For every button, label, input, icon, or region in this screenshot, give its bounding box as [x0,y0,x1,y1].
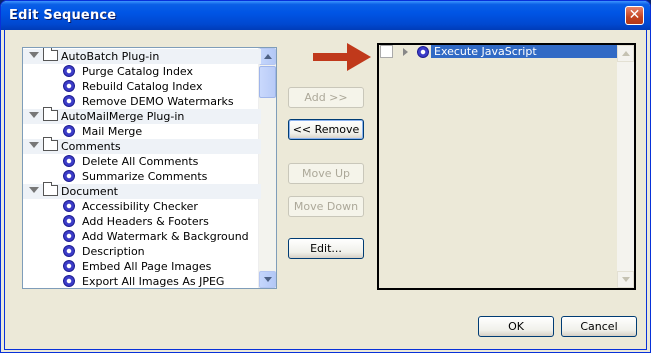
gear-icon [63,170,75,182]
tree-item-label: Add Watermark & Background [82,230,249,243]
folder-icon [43,137,58,151]
scroll-up-button[interactable] [259,48,276,65]
tree-item-label: Rebuild Catalog Index [82,80,203,93]
collapse-triangle-icon[interactable] [29,142,39,148]
folder-icon [43,182,58,196]
tree-category-label: AutoBatch Plug-in [61,50,160,63]
scroll-down-button[interactable] [259,271,276,288]
tree-item-label: Description [82,245,145,258]
sequence-list-scrollbar[interactable] [617,45,634,288]
gear-icon [63,80,75,92]
collapse-triangle-icon[interactable] [29,187,39,193]
collapse-triangle-icon[interactable] [29,112,39,118]
pointer-arrow-icon [313,43,371,71]
edit-sequence-dialog: Edit Sequence ✕ AutoBatch Plug-in Purge C… [0,0,651,353]
gear-icon [63,155,75,167]
tree-item-label: Export All Images As JPEG [82,275,225,288]
dialog-body: AutoBatch Plug-in Purge Catalog Index Rebu… [4,30,647,350]
scroll-down-button[interactable] [617,271,634,288]
collapse-triangle-icon[interactable] [29,52,39,58]
sequence-list[interactable]: Execute JavaScript [377,43,636,290]
sequence-item-label: Execute JavaScript [434,45,537,58]
tree-item-label: Summarize Comments [82,170,208,183]
gear-icon [63,230,75,242]
remove-button[interactable]: << Remove [288,119,364,140]
tree-item-label: Embed All Page Images [82,260,212,273]
chevron-down-icon [622,277,630,282]
folder-icon [43,48,58,61]
tree-category-label: Document [61,185,118,198]
gear-icon [63,275,75,287]
close-button[interactable]: ✕ [625,6,644,25]
tree-item-label: Mail Merge [82,125,143,138]
expand-triangle-icon[interactable] [403,48,408,56]
close-icon: ✕ [628,7,641,23]
scroll-thumb[interactable] [259,66,276,98]
tree-item-label: Accessibility Checker [82,200,198,213]
sequence-item[interactable]: Execute JavaScript [379,45,617,59]
left-tree-scrollbar[interactable] [258,48,276,288]
move-up-button[interactable]: Move Up [288,163,364,184]
gear-icon [63,95,75,107]
tree-item-label: Add Headers & Footers [82,215,209,228]
gear-icon [63,125,75,137]
move-down-button[interactable]: Move Down [288,196,364,217]
gear-icon [63,65,75,77]
gear-icon [63,215,75,227]
gear-icon [63,245,75,257]
chevron-up-icon [622,51,630,56]
tree-item-label: Delete All Comments [82,155,199,168]
category-band [23,139,261,154]
title-bar[interactable]: Edit Sequence ✕ [1,1,650,30]
folder-icon [43,107,58,121]
chevron-up-icon [264,54,272,59]
gear-icon [63,260,75,272]
item-checkbox[interactable] [380,45,393,58]
available-commands-tree[interactable]: AutoBatch Plug-in Purge Catalog Index Rebu… [22,47,277,289]
window-title: Edit Sequence [9,8,117,23]
add-button[interactable]: Add >> [288,87,364,108]
gear-icon [63,200,75,212]
edit-button[interactable]: Edit... [288,238,364,259]
scroll-up-button[interactable] [617,45,634,62]
cancel-button[interactable]: Cancel [561,316,637,337]
tree-item-label: Remove DEMO Watermarks [82,95,234,108]
tree-category-label: AutoMailMerge Plug-in [61,110,185,123]
ok-button[interactable]: OK [478,316,554,337]
chevron-down-icon [264,277,272,282]
tree-item-label: Purge Catalog Index [82,65,194,78]
gear-icon [417,46,429,58]
category-band [23,184,261,199]
tree-category-label: Comments [61,140,121,153]
